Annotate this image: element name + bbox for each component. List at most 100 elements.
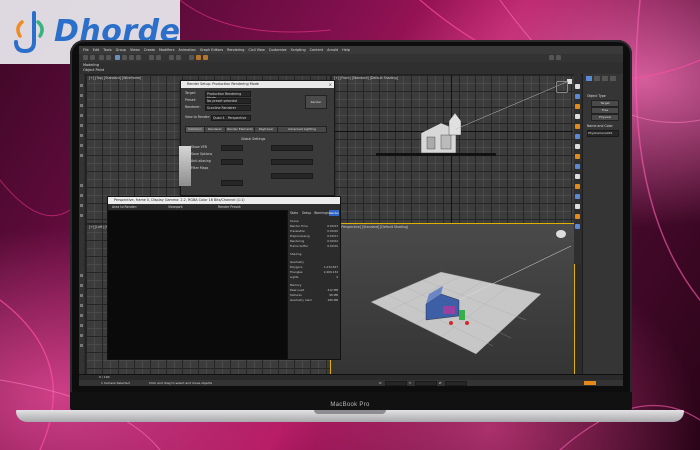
tool-icon[interactable]	[80, 324, 83, 327]
close-icon[interactable]: ×	[329, 82, 332, 87]
menu-item-edit[interactable]: Edit	[93, 48, 100, 52]
value-field[interactable]	[221, 159, 243, 165]
material-editor-icon[interactable]	[189, 55, 194, 60]
mirror-icon[interactable]	[169, 55, 174, 60]
viewport-front[interactable]: [+] [Front] [Standard] [Default Shading]	[330, 74, 575, 224]
tool-icon[interactable]	[575, 194, 580, 199]
snap-icon[interactable]	[149, 55, 154, 60]
tab-renderer[interactable]: Renderer	[204, 126, 226, 133]
tool-icon[interactable]	[80, 154, 83, 157]
menu-item-file[interactable]: File	[83, 48, 89, 52]
tool-icon[interactable]	[575, 124, 580, 129]
ribbon-tab-object-paint[interactable]: Object Paint	[83, 68, 104, 72]
workspace-icon[interactable]	[549, 55, 554, 60]
viewcube-icon[interactable]	[556, 230, 566, 238]
value-field[interactable]	[221, 180, 243, 186]
tool-icon[interactable]	[80, 104, 83, 107]
tool-icon[interactable]	[575, 84, 580, 89]
sign-in-icon[interactable]	[556, 55, 561, 60]
menu-item-views[interactable]: Views	[130, 48, 140, 52]
target-camera-button[interactable]: Target	[591, 100, 619, 107]
tab-common[interactable]: Common	[185, 126, 205, 133]
coord-x-input[interactable]	[385, 381, 407, 386]
redo-icon[interactable]	[90, 55, 95, 60]
section-label[interactable]: Show VFB	[191, 145, 207, 149]
coord-z-input[interactable]	[445, 381, 467, 386]
tab-render-elements[interactable]: Render Elements	[225, 126, 255, 133]
menu-item-content[interactable]: Content	[310, 48, 324, 52]
menu-item-tools[interactable]: Tools	[103, 48, 111, 52]
tool-icon[interactable]	[575, 164, 580, 169]
menu-item-modifiers[interactable]: Modifiers	[159, 48, 174, 52]
auto-key-button[interactable]	[584, 381, 596, 385]
frame-counter[interactable]: 0 / 100	[99, 375, 110, 379]
view-dropdown[interactable]: Quad 4 - Perspective	[211, 115, 251, 121]
render-setup-icon[interactable]	[196, 55, 201, 60]
hierarchy-tab-icon[interactable]	[602, 76, 608, 81]
menu-item-scripting[interactable]: Scripting	[291, 48, 306, 52]
section-label[interactable]: Save Options	[191, 152, 212, 156]
tool-icon[interactable]	[80, 304, 83, 307]
tab-setup[interactable]: Setup	[302, 211, 311, 215]
link-icon[interactable]	[99, 55, 104, 60]
tool-icon[interactable]	[80, 184, 83, 187]
menu-item-civil-view[interactable]: Civil View	[248, 48, 264, 52]
tab-advanced-lighting[interactable]: Advanced Lighting	[277, 126, 327, 133]
menu-item-graph-editors[interactable]: Graph Editors	[200, 48, 223, 52]
tool-icon[interactable]	[575, 104, 580, 109]
select-icon[interactable]	[115, 55, 120, 60]
tool-icon[interactable]	[80, 84, 83, 87]
tool-icon[interactable]	[80, 204, 83, 207]
free-camera-button[interactable]: Free	[591, 107, 619, 114]
undo-icon[interactable]	[83, 55, 88, 60]
preset-dropdown[interactable]: No preset selected	[205, 98, 251, 104]
tool-icon[interactable]	[80, 94, 83, 97]
menu-item-group[interactable]: Group	[116, 48, 126, 52]
tool-icon[interactable]	[80, 194, 83, 197]
move-icon[interactable]	[122, 55, 127, 60]
tool-icon[interactable]	[575, 144, 580, 149]
tool-icon[interactable]	[80, 314, 83, 317]
viewcube-icon[interactable]	[556, 81, 568, 93]
menu-item-help[interactable]: Help	[342, 48, 350, 52]
tool-icon[interactable]	[80, 344, 83, 347]
section-label[interactable]: Filter Maps	[191, 166, 208, 170]
tool-icon[interactable]	[575, 184, 580, 189]
tab-warnings[interactable]: Warnings	[314, 211, 329, 215]
menu-item-rendering[interactable]: Rendering	[227, 48, 244, 52]
renderer-dropdown[interactable]: Scanline Renderer	[205, 105, 251, 111]
coord-y-input[interactable]	[415, 381, 437, 386]
rotate-icon[interactable]	[129, 55, 134, 60]
viewport-label[interactable]: [+] [Top] [Standard] [Wireframe]	[89, 76, 141, 80]
tool-icon[interactable]	[80, 214, 83, 217]
render-icon[interactable]	[203, 55, 208, 60]
tool-icon[interactable]	[575, 94, 580, 99]
motion-tab-icon[interactable]	[610, 76, 616, 81]
menu-item-customize[interactable]: Customize	[269, 48, 287, 52]
tool-icon[interactable]	[80, 274, 83, 277]
render-button[interactable]: Render	[329, 210, 339, 216]
tool-icon[interactable]	[80, 124, 83, 127]
tool-icon[interactable]	[575, 114, 580, 119]
tool-icon[interactable]	[575, 224, 580, 229]
viewport-perspective[interactable]: [+] [Perspective] [Standard] [Default Sh…	[330, 223, 575, 376]
menu-item-create[interactable]: Create	[144, 48, 155, 52]
object-name-input[interactable]: PhysCamera001	[587, 130, 619, 137]
render-button[interactable]: Render	[305, 95, 327, 109]
value-field[interactable]	[271, 159, 313, 165]
tool-icon[interactable]	[80, 134, 83, 137]
value-field[interactable]	[221, 145, 243, 151]
menu-item-animation[interactable]: Animation	[179, 48, 196, 52]
tool-icon[interactable]	[80, 144, 83, 147]
tool-icon[interactable]	[80, 294, 83, 297]
value-field[interactable]	[271, 145, 313, 151]
tab-stats[interactable]: Stats	[290, 211, 298, 215]
tool-icon[interactable]	[575, 214, 580, 219]
tool-icon[interactable]	[575, 174, 580, 179]
tool-icon[interactable]	[80, 114, 83, 117]
tool-icon[interactable]	[575, 134, 580, 139]
tab-raytracer[interactable]: Raytracer	[254, 126, 278, 133]
modify-tab-icon[interactable]	[594, 76, 600, 81]
menu-item-arnold[interactable]: Arnold	[327, 48, 338, 52]
align-icon[interactable]	[176, 55, 181, 60]
